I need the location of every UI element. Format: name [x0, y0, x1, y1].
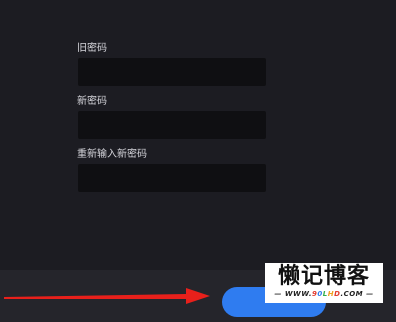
change-password-page: 旧密码 新密码 重新输入新密码 懒记博客 — WWW.90LHD.COM —: [0, 0, 396, 322]
confirm-password-label: 重新输入新密码: [77, 149, 147, 160]
old-password-input[interactable]: [78, 58, 266, 86]
red-arrow-icon: [4, 288, 210, 304]
watermark-url: — WWW.90LHD.COM —: [274, 290, 374, 298]
watermark-logo: 懒记博客 — WWW.90LHD.COM —: [265, 263, 383, 303]
new-password-label: 新密码: [77, 96, 107, 107]
new-password-input[interactable]: [78, 111, 266, 139]
watermark-title: 懒记博客: [277, 264, 370, 289]
confirm-password-input[interactable]: [78, 164, 266, 192]
old-password-label: 旧密码: [77, 43, 107, 54]
